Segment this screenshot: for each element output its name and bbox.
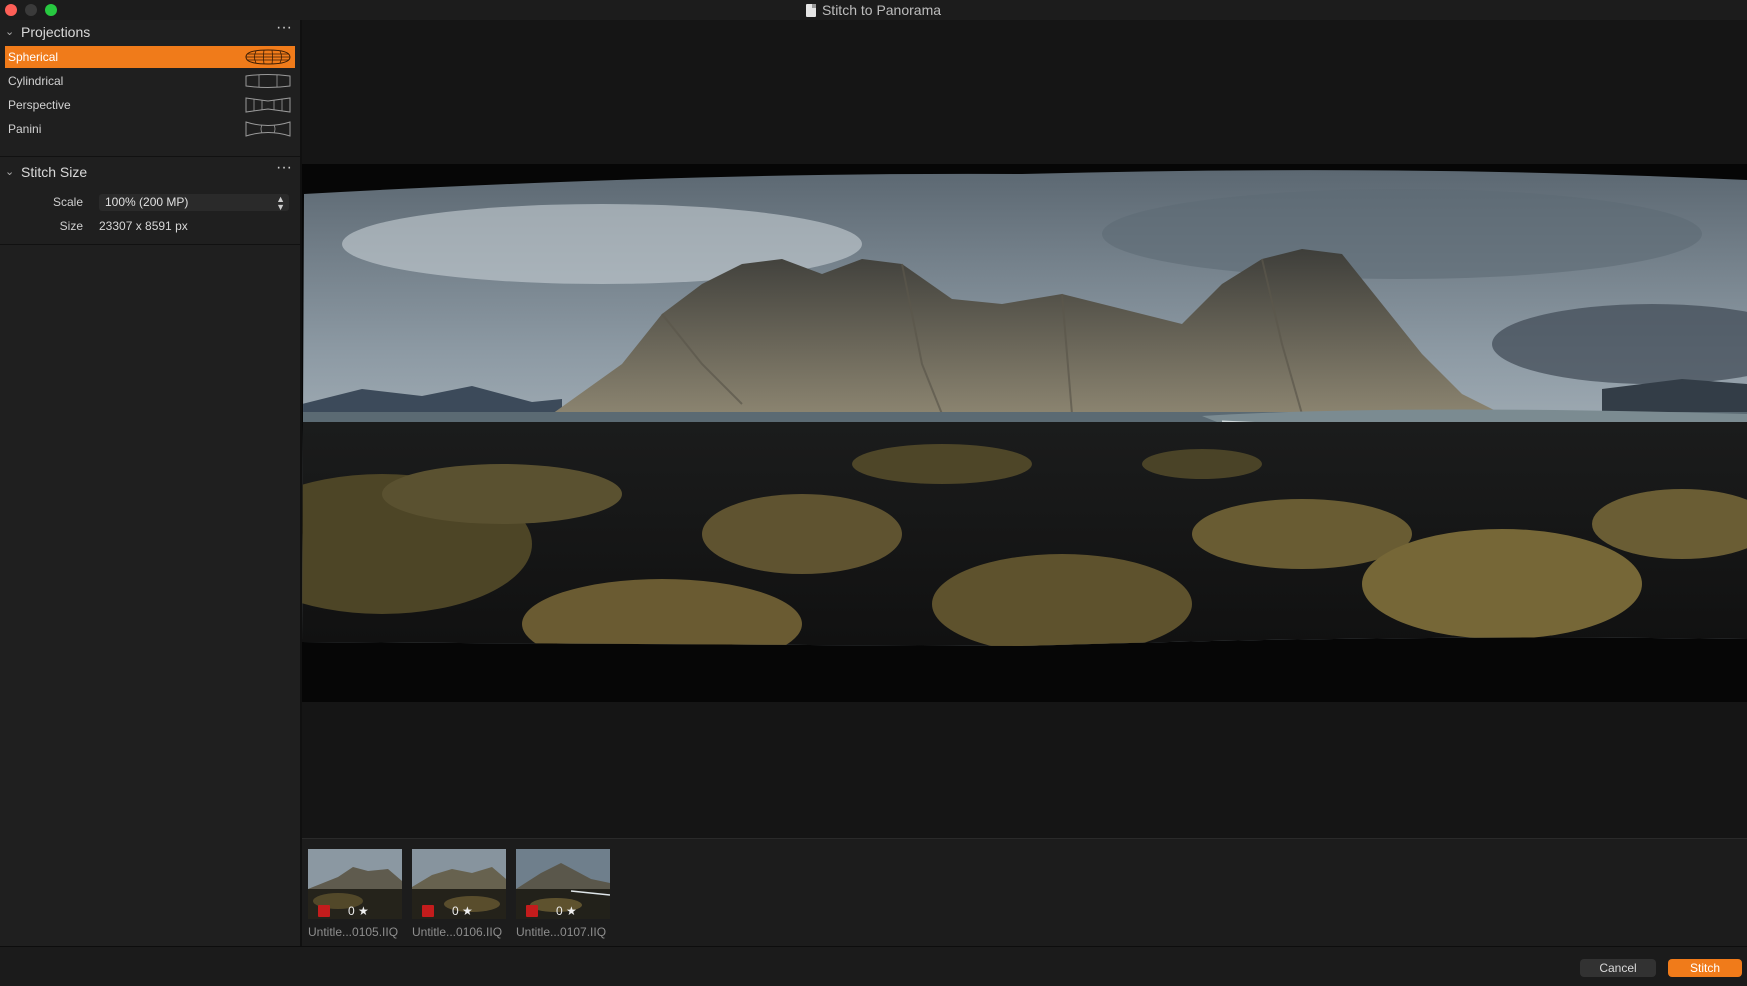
projection-list: Spherical Cylindrical Perspective Panini	[0, 44, 300, 140]
stitch-size-rows: Scale 100% (200 MP) ▲ ▼ Size 23307 x 8591…	[0, 184, 300, 238]
stitch-button[interactable]: Stitch	[1668, 959, 1742, 977]
color-tag[interactable]	[422, 905, 434, 917]
projections-panel-title: Projections	[21, 24, 91, 40]
panorama-image	[302, 170, 1747, 647]
thumbnail-image: 0 ★	[412, 849, 506, 919]
projection-item-spherical[interactable]: Spherical	[5, 46, 295, 68]
thumbnail-filename: Untitle...0105.IIQ	[308, 925, 399, 939]
stitch-size-panel-title: Stitch Size	[21, 164, 88, 180]
thumbnail-info-bar: 0 ★	[412, 903, 506, 919]
size-row: Size 23307 x 8591 px	[0, 214, 300, 238]
panorama-preview	[302, 164, 1747, 702]
spherical-projection-icon	[245, 49, 291, 65]
chevron-down-icon[interactable]: ⌄	[5, 160, 14, 184]
footer-bar: Cancel Stitch	[0, 946, 1747, 986]
divider	[0, 244, 300, 245]
projection-label: Panini	[8, 122, 42, 136]
document-icon	[805, 4, 816, 17]
projection-label: Cylindrical	[8, 74, 64, 88]
cancel-button[interactable]: Cancel	[1580, 959, 1656, 977]
thumbnail-info-bar: 0 ★	[308, 903, 402, 919]
stitch-to-panorama-window: Stitch to Panorama ⌄ Projections ··· Sph…	[0, 0, 1747, 986]
color-tag[interactable]	[318, 905, 330, 917]
filmstrip-thumbnail[interactable]: 0 ★ Untitle...0106.IIQ	[412, 849, 506, 939]
scale-select[interactable]: 100% (200 MP) ▲ ▼	[99, 194, 289, 212]
sidebar: ⌄ Projections ··· Spherical Cylindrical	[0, 19, 302, 946]
filmstrip-thumbnail[interactable]: 0 ★ Untitle...0105.IIQ	[308, 849, 402, 939]
color-tag[interactable]	[526, 905, 538, 917]
thumbnail-info-bar: 0 ★	[516, 903, 610, 919]
thumbnail-image: 0 ★	[516, 849, 610, 919]
star-rating[interactable]: 0 ★	[452, 904, 473, 918]
size-label: Size	[59, 219, 83, 233]
thumbnail-filename: Untitle...0107.IIQ	[516, 925, 607, 939]
preview-area	[302, 20, 1747, 838]
projection-item-perspective[interactable]: Perspective	[5, 94, 295, 116]
projection-item-panini[interactable]: Panini	[5, 118, 295, 140]
divider	[0, 156, 300, 157]
more-options-icon[interactable]: ···	[276, 16, 292, 40]
perspective-projection-icon	[245, 97, 291, 113]
stitch-size-panel-header[interactable]: ⌄ Stitch Size ···	[0, 159, 300, 184]
cylindrical-projection-icon	[245, 74, 291, 88]
thumbnail-filename: Untitle...0106.IIQ	[412, 925, 503, 939]
panini-projection-icon	[245, 121, 291, 137]
star-rating[interactable]: 0 ★	[556, 904, 577, 918]
more-options-icon[interactable]: ···	[276, 156, 292, 180]
scale-row: Scale 100% (200 MP) ▲ ▼	[0, 190, 300, 214]
projection-label: Perspective	[8, 98, 71, 112]
window-title: Stitch to Panorama	[821, 2, 942, 18]
title-bar: Stitch to Panorama	[0, 0, 1747, 20]
chevron-down-icon[interactable]: ⌄	[5, 20, 14, 44]
star-rating[interactable]: 0 ★	[348, 904, 369, 918]
filmstrip: 0 ★ Untitle...0105.IIQ 0 ★ Untitle...010…	[302, 838, 1747, 947]
projection-item-cylindrical[interactable]: Cylindrical	[5, 70, 295, 92]
scale-label: Scale	[52, 195, 83, 209]
filmstrip-thumbnail[interactable]: 0 ★ Untitle...0107.IIQ	[516, 849, 610, 939]
size-value: 23307 x 8591 px	[99, 219, 188, 233]
window-title-container: Stitch to Panorama	[0, 2, 1747, 18]
scale-select-value: 100% (200 MP)	[105, 195, 189, 209]
projections-panel-header[interactable]: ⌄ Projections ···	[0, 19, 300, 44]
stepper-arrows-icon: ▲ ▼	[276, 194, 285, 212]
projection-label: Spherical	[8, 50, 59, 64]
thumbnail-image: 0 ★	[308, 849, 402, 919]
